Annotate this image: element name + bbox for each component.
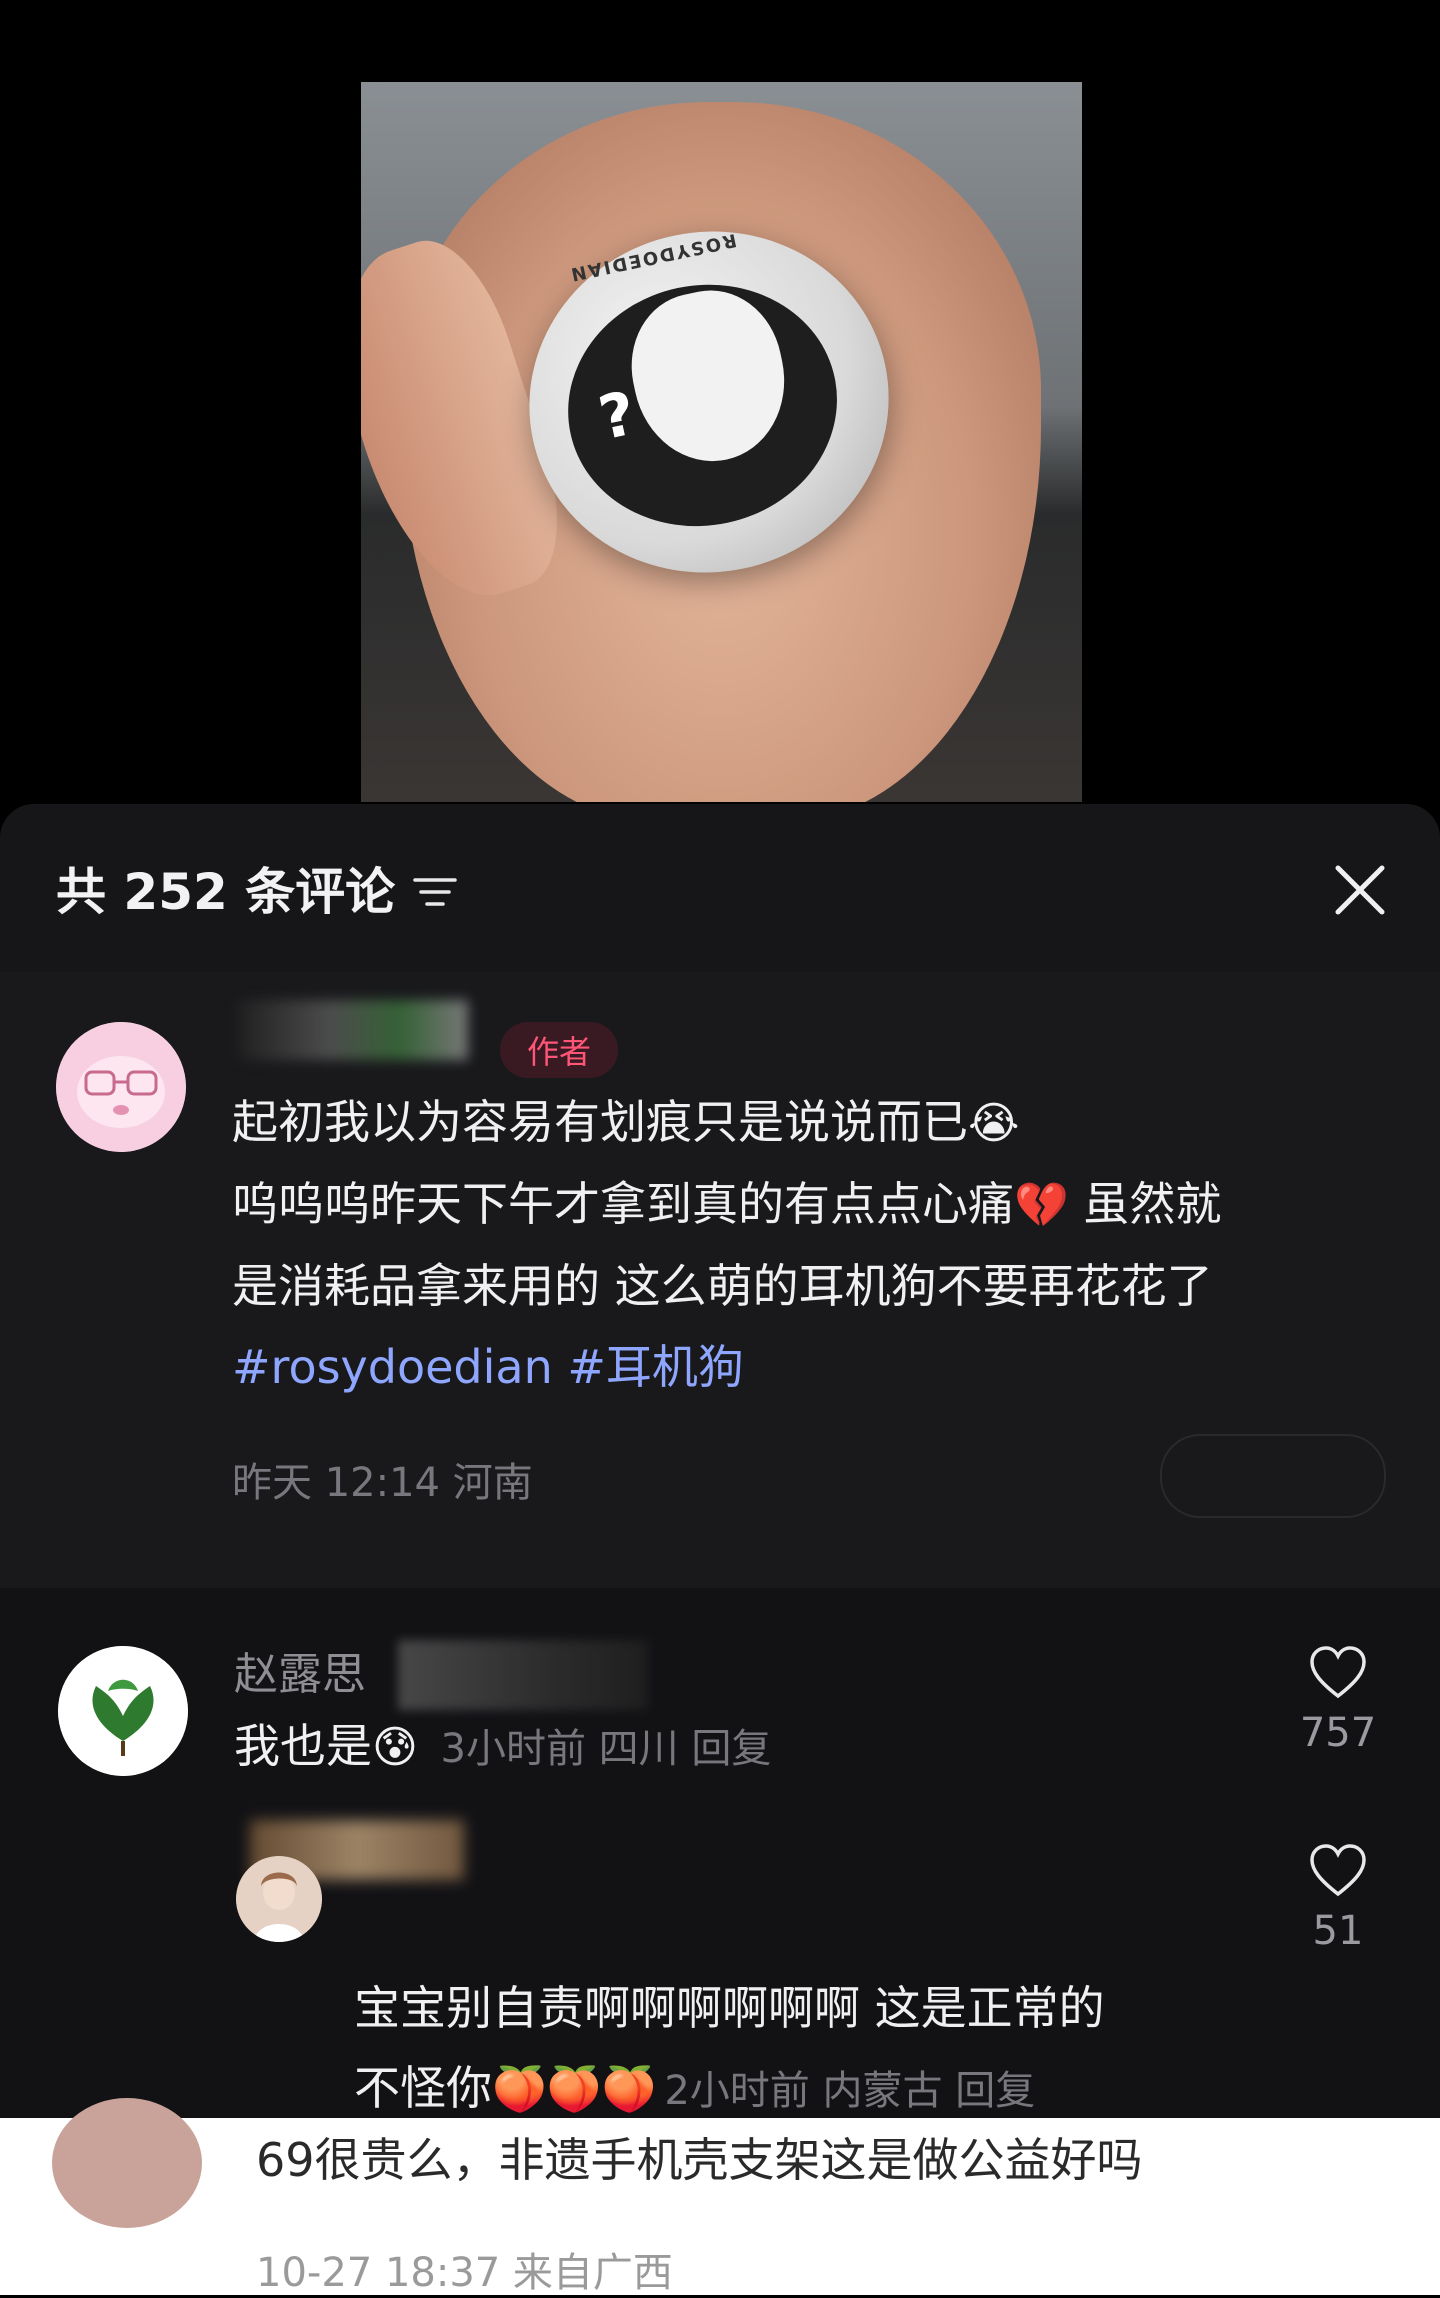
comment-item: 69很贵么，非遗手机壳支架这是做公益好吗 10-27 18:37 来自广西 bbox=[0, 2098, 1440, 2296]
author-name-redacted bbox=[238, 1000, 468, 1060]
comment-meta: 10-27 18:37 来自广西 bbox=[256, 2250, 673, 2296]
like-button[interactable]: 757 bbox=[1288, 1644, 1388, 1756]
emoji-sticker: 🍑🍑🍑 bbox=[492, 2064, 657, 2115]
comment-text: 我也是😰 3小时前 四川 回复 bbox=[234, 1719, 772, 1773]
comment-text: 宝宝别自责啊啊啊啊啊啊 这是正常的 不怪你🍑🍑🍑 2小时前 内蒙古 回复 bbox=[354, 1981, 1105, 2115]
comment-sheet: 共 252 条评论 作者 起初我以为容易有划痕只是说说而已😭 呜呜呜昨天下午才拿… bbox=[0, 804, 1440, 2118]
user-avatar[interactable] bbox=[236, 1856, 322, 1942]
post-photo[interactable]: ? ROSYDOEDIAN bbox=[361, 82, 1082, 802]
like-count: 51 bbox=[1312, 1908, 1364, 1954]
anxious-emoji: 😰 bbox=[372, 1722, 418, 1773]
comment-meta: 昨天 12:14 河南 bbox=[232, 1460, 533, 1506]
comment-text: 69很贵么，非遗手机壳支架这是做公益好吗 bbox=[256, 2133, 1143, 2187]
author-avatar[interactable] bbox=[56, 1022, 186, 1152]
user-avatar[interactable] bbox=[58, 1646, 188, 1776]
sort-icon[interactable] bbox=[413, 874, 457, 910]
like-count: 757 bbox=[1299, 1710, 1377, 1756]
user-name[interactable]: 赵露思 bbox=[234, 1638, 366, 1702]
like-button[interactable]: 51 bbox=[1288, 1842, 1388, 1954]
reply-button[interactable] bbox=[1160, 1434, 1386, 1518]
heart-icon bbox=[1310, 1646, 1366, 1699]
comment-count-title: 共 252 条评论 bbox=[56, 863, 396, 921]
author-badge: 作者 bbox=[500, 1022, 618, 1078]
comment-meta[interactable]: 3小时前 四川 回复 bbox=[441, 1726, 772, 1772]
user-name-redacted bbox=[398, 1640, 648, 1710]
comment-item: 宝宝别自责啊啊啊啊啊啊 这是正常的 不怪你🍑🍑🍑 2小时前 内蒙古 回复 51 bbox=[0, 1800, 1440, 2115]
heart-icon bbox=[1310, 1844, 1366, 1897]
author-comment: 作者 起初我以为容易有划痕只是说说而已😭 呜呜呜昨天下午才拿到真的有点点心痛💔 … bbox=[0, 972, 1440, 1588]
author-comment-text: 起初我以为容易有划痕只是说说而已😭 呜呜呜昨天下午才拿到真的有点点心痛💔 虽然就… bbox=[232, 1095, 1222, 1394]
crying-emoji: 😭 bbox=[968, 1098, 1020, 1149]
hashtag-link[interactable]: #rosydoedian bbox=[232, 1340, 553, 1394]
comment-header: 共 252 条评论 bbox=[0, 804, 1440, 972]
comment-item: 赵露思 我也是😰 3小时前 四川 回复 757 bbox=[0, 1588, 1440, 1818]
comment-meta[interactable]: 2小时前 内蒙古 回复 bbox=[664, 2068, 1035, 2114]
broken-heart-emoji: 💔 bbox=[1014, 1180, 1069, 1231]
hashtag-link[interactable]: #耳机狗 bbox=[553, 1340, 744, 1394]
user-avatar[interactable] bbox=[52, 2098, 202, 2228]
close-icon[interactable] bbox=[1332, 862, 1388, 918]
